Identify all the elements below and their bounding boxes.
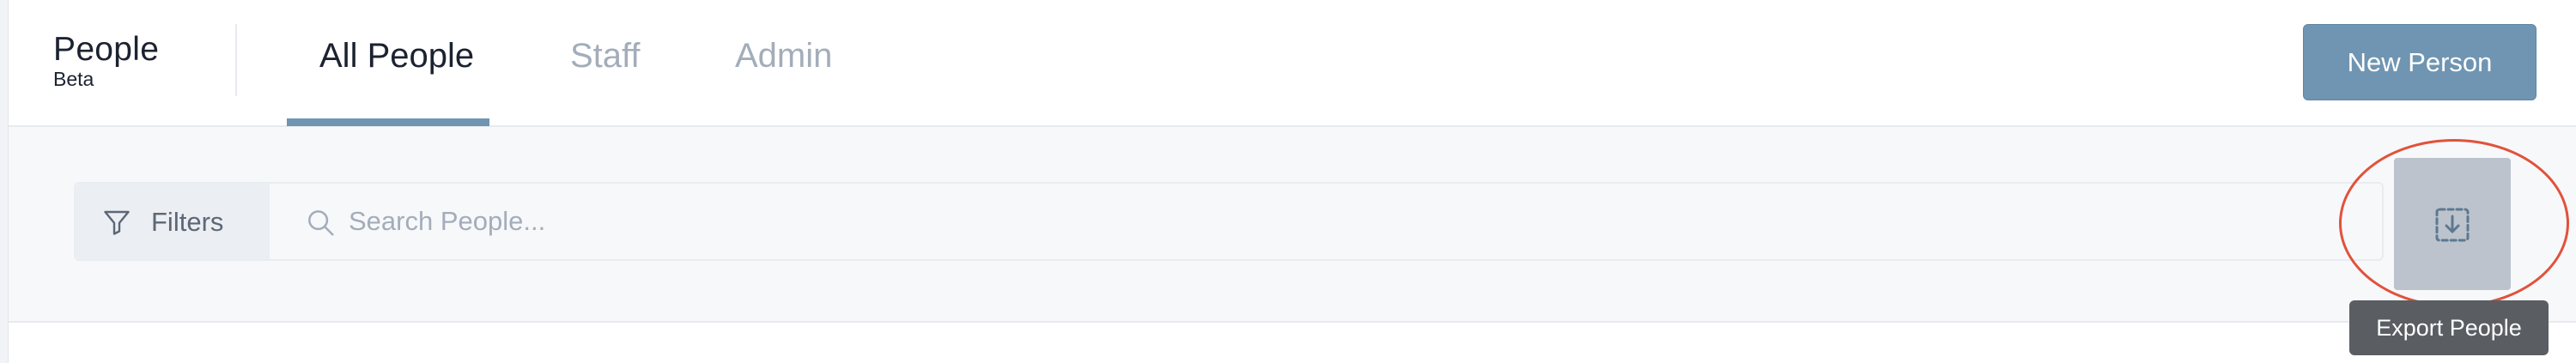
download-icon [2435,208,2470,242]
export-tooltip: Export People [2349,300,2549,355]
app-brand: People Beta [53,31,159,89]
tab-all-people[interactable]: All People [319,34,474,77]
toolbar-area: Filters [9,127,2576,323]
search-icon [308,210,334,236]
active-tab-indicator [287,118,489,126]
search-input[interactable] [349,196,2324,247]
tab-staff[interactable]: Staff [570,34,641,77]
search-bar: Filters [74,182,2384,261]
header-divider [235,24,237,96]
app-title: People [53,31,160,68]
filters-label: Filters [151,207,224,237]
left-edge-strip [0,0,9,363]
export-people-button[interactable] [2394,158,2511,290]
tab-admin[interactable]: Admin [735,34,832,77]
page-header: People Beta All People Staff Admin New P… [9,0,2576,127]
funnel-icon [104,210,130,235]
beta-label: Beta [53,68,94,90]
filters-button[interactable]: Filters [76,184,270,259]
new-person-button[interactable]: New Person [2303,24,2537,100]
